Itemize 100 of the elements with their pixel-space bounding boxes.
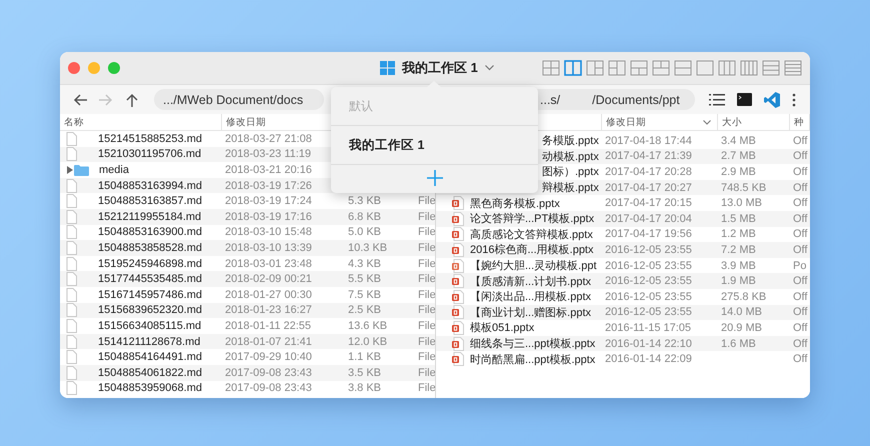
modified-date: 2018-03-19 17:26	[225, 180, 312, 192]
file-name: 论文答辩学...PT模板.pptx	[470, 212, 594, 226]
modified-date: 2016-01-14 22:09	[605, 353, 692, 366]
modified-date: 2017-04-17 20:15	[605, 197, 692, 210]
modified-date: 2017-04-17 19:56	[605, 228, 692, 240]
modified-date: 2017-04-17 20:28	[605, 166, 692, 178]
layout-icon[interactable]	[784, 60, 802, 76]
sort-chevron-icon	[703, 120, 711, 124]
minimize-button[interactable]	[88, 62, 100, 74]
file-size: 1.6 MB	[721, 338, 756, 350]
file-size: 1.9 MB	[721, 275, 756, 288]
layout-icon[interactable]	[762, 60, 780, 76]
terminal-icon[interactable]	[737, 93, 752, 106]
file-name: media	[99, 164, 129, 176]
file-name: 务模版.pptx	[542, 134, 599, 148]
workspace-menu-item[interactable]: 我的工作区 1	[331, 126, 538, 165]
more-icon[interactable]	[792, 92, 796, 106]
file-type: File	[418, 304, 435, 316]
file-type: Off	[793, 182, 808, 194]
file-size: 275.8 KB	[721, 290, 766, 303]
file-type: File	[418, 288, 435, 301]
column-header[interactable]: 修改日期	[226, 116, 266, 128]
file-size: 2.7 MB	[721, 150, 756, 162]
modified-date: 2018-03-19 17:24	[225, 195, 312, 208]
file-type: Off	[793, 353, 808, 366]
file-type: File	[418, 351, 435, 364]
layout-icon[interactable]	[718, 60, 736, 76]
file-name: 15048853163994.md	[98, 180, 202, 192]
modified-date: 2017-09-08 23:43	[225, 382, 312, 394]
file-size: 748.5 KB	[721, 182, 766, 194]
column-header[interactable]: 大小	[722, 116, 742, 128]
file-type: Off	[793, 212, 808, 225]
file-name: 15048853163900.md	[98, 226, 202, 238]
file-size: 1.5 MB	[721, 212, 756, 225]
file-type: Off	[793, 134, 808, 147]
modified-date: 2016-12-05 23:55	[605, 275, 692, 288]
file-name: 【闲淡出品...用模板.pptx	[470, 290, 592, 304]
layout-icon[interactable]	[542, 60, 560, 76]
layout-icon[interactable]	[630, 60, 648, 76]
file-size: 6.8 KB	[348, 210, 382, 223]
file-type: Po	[793, 260, 806, 272]
file-type: Off	[793, 244, 808, 256]
modified-date: 2016-01-14 22:10	[605, 338, 692, 350]
file-size: 13.6 KB	[348, 320, 388, 332]
file-name: 15210301195706.md	[98, 148, 202, 160]
modified-date: 2017-04-17 20:27	[605, 182, 692, 194]
file-size: 2.5 KB	[348, 304, 382, 316]
file-size: 20.9 MB	[721, 322, 762, 334]
file-name: 15048853163857.md	[98, 195, 202, 208]
file-type: File	[418, 273, 435, 286]
modified-date: 2018-03-23 11:19	[225, 148, 312, 160]
close-button[interactable]	[68, 62, 80, 74]
layout-icon[interactable]	[652, 60, 670, 76]
column-header[interactable]: 种	[794, 116, 804, 128]
file-name: 15167145957486.md	[98, 288, 202, 301]
modified-date: 2018-03-21 20:16	[225, 164, 312, 176]
file-name: 15156839652320.md	[98, 304, 202, 316]
chevron-down-icon[interactable]	[484, 65, 494, 71]
file-name: 【质感清新...计划书.pptx	[470, 274, 592, 289]
disclosure-triangle-icon[interactable]	[66, 166, 74, 174]
layout-icon[interactable]	[674, 60, 692, 76]
file-size: 13.0 MB	[721, 197, 762, 210]
file-name: 15212119955184.md	[98, 210, 202, 223]
file-type: Off	[793, 338, 808, 350]
layout-icon[interactable]	[608, 60, 626, 76]
file-name: 【婉约大胆...灵动模板.ppt	[470, 258, 597, 274]
file-size: 7.2 MB	[721, 244, 756, 256]
file-size: 1.1 KB	[348, 351, 382, 364]
layout-icon[interactable]	[740, 60, 758, 76]
column-header[interactable]: 修改日期	[606, 116, 646, 128]
editor-logo-icon[interactable]	[764, 92, 780, 108]
file-name: 15048854164491.md	[98, 351, 202, 364]
file-name: 15048854061822.md	[98, 366, 202, 379]
path-field[interactable]: .../MWeb Document/docs	[154, 89, 324, 110]
file-name: 15177445535485.md	[98, 273, 202, 286]
layout-icon[interactable]	[696, 60, 714, 76]
file-size: 3.9 MB	[721, 260, 756, 272]
file-size: 5.3 KB	[348, 195, 382, 208]
file-type: File	[418, 382, 435, 394]
add-icon[interactable]	[426, 170, 442, 186]
window-title[interactable]: 我的工作区 1	[402, 59, 478, 77]
file-type: File	[418, 366, 435, 379]
modified-date: 2018-01-23 16:27	[225, 304, 312, 316]
modified-date: 2017-09-08 23:43	[225, 366, 312, 379]
modified-date: 2018-01-11 22:55	[225, 320, 312, 332]
file-type: File	[418, 258, 435, 270]
file-type: Off	[793, 166, 808, 178]
file-type: Off	[793, 150, 808, 162]
modified-date: 2016-11-15 17:05	[605, 322, 692, 334]
workspace-grid-icon	[380, 61, 395, 75]
column-header[interactable]: 名称	[64, 116, 84, 128]
file-name: 15048853858528.md	[98, 242, 202, 254]
zoom-button[interactable]	[108, 62, 120, 74]
list-icon[interactable]	[709, 94, 725, 106]
layout-icon[interactable]	[586, 60, 604, 76]
file-type: File	[418, 336, 435, 348]
file-name: 【商业计划...赠图标.pptx	[470, 306, 592, 320]
file-type: File	[418, 226, 435, 238]
file-type: File	[418, 320, 435, 332]
layout-icon[interactable]	[564, 60, 582, 76]
